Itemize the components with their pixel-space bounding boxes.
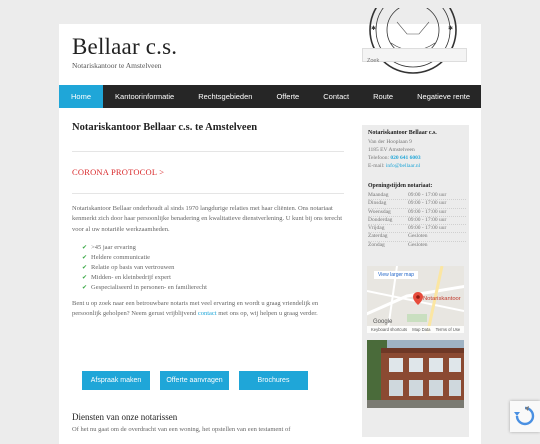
list-item-label: Midden- en kleinbedrijf expert — [91, 273, 171, 281]
sidebar-title: Notariskantoor Bellaar c.s. — [368, 130, 437, 136]
list-item: ✔ >45 jaar ervaring — [82, 243, 344, 253]
list-item-label: Gespecialiseerd in personen- en familier… — [91, 283, 207, 291]
time-cell: Gesloten — [408, 233, 428, 240]
email-line: E-mail: info@bellaar.nl — [368, 163, 420, 169]
table-row: Woensdag 09:00 - 17:00 uur — [368, 209, 466, 217]
list-item-label: Heldere communicatie — [91, 253, 151, 261]
time-cell: 09:00 - 17:00 uur — [408, 225, 447, 232]
site-title[interactable]: Bellaar c.s. — [72, 34, 177, 60]
opening-hours-table: Maandag 09:00 - 17:00 uur Dinsdag 09:00 - … — [368, 192, 466, 249]
nav-item-route[interactable]: Route — [361, 85, 405, 108]
nav-item-offerte[interactable]: Offerte — [264, 85, 311, 108]
email-label: E-mail: — [368, 163, 386, 169]
appointment-button[interactable]: Afspraak maken — [82, 371, 150, 390]
contact-paragraph: Bent u op zoek naar een betrouwbare nota… — [72, 299, 344, 320]
search-box[interactable] — [362, 48, 467, 67]
divider — [72, 193, 344, 194]
search-input[interactable] — [363, 55, 466, 67]
time-cell: 09:00 - 17:00 uur — [408, 192, 447, 198]
time-cell: 09:00 - 17:00 uur — [408, 208, 447, 215]
contact-link[interactable]: contact — [198, 310, 217, 317]
page-title: Notariskantoor Bellaar c.s. te Amstelvee… — [72, 122, 258, 133]
email-link[interactable]: info@bellaar.nl — [386, 163, 420, 169]
main-content: Notariskantoor Bellaar c.s. te Amstelvee… — [72, 122, 344, 319]
opening-hours-title: Openingstijden notariaat: — [368, 183, 433, 189]
quote-request-button[interactable]: Offerte aanvragen — [160, 371, 229, 390]
day-cell: Woensdag — [368, 208, 391, 215]
day-cell: Zaterdag — [368, 233, 388, 240]
svg-text:✱: ✱ — [371, 25, 376, 32]
list-item-label: Relatie op basis van vertrouwen — [91, 263, 175, 271]
check-icon: ✔ — [82, 263, 88, 271]
day-cell: Maandag — [368, 192, 389, 198]
nav-item-home[interactable]: Home — [59, 85, 104, 108]
sidebar-contact-info: Notariskantoor Bellaar c.s. Van der Hoop… — [362, 125, 469, 437]
address-line: Van der Hooplaan 9 — [368, 139, 412, 145]
check-icon: ✔ — [82, 273, 88, 281]
map-data-link[interactable]: Map Data — [412, 327, 430, 332]
map-footer: Keyboard shortcuts Map Data Terms of Use — [367, 326, 464, 333]
day-cell: Zondag — [368, 241, 385, 248]
day-cell: Donderdag — [368, 216, 393, 223]
google-logo: Google — [373, 319, 393, 325]
action-buttons: Afspraak maken Offerte aanvragen Brochur… — [82, 371, 318, 390]
intro-paragraph: Notariskantoor Bellaar onderhoudt al sin… — [72, 205, 343, 233]
brochures-button[interactable]: Brochures — [239, 371, 308, 390]
office-building-photo — [367, 340, 464, 408]
recaptcha-badge[interactable] — [510, 401, 540, 432]
contact-paragraph-text-end: met ons op, wij helpen u graag verder. — [216, 310, 318, 318]
page-container: Bellaar c.s. Notariskantoor te Amstelvee… — [59, 8, 481, 444]
list-item: ✔ Midden- en kleinbedrijf expert — [82, 273, 344, 283]
divider — [72, 151, 344, 152]
table-row: Donderdag 09:00 - 17:00 uur — [368, 216, 466, 226]
nav-item-kantoorinformatie[interactable]: Kantoorinformatie — [103, 85, 186, 108]
map-pin-icon[interactable] — [413, 292, 423, 305]
location-map[interactable]: View larger map Notariskantoor Google Ke… — [367, 266, 464, 333]
svg-text:✱: ✱ — [448, 25, 453, 32]
time-cell: 09:00 - 17:00 uur — [408, 200, 447, 207]
check-icon: ✔ — [82, 283, 88, 291]
phone-label: Telefoon: — [368, 155, 391, 161]
table-row: Zaterdag Gesloten — [368, 233, 466, 242]
view-larger-map-button[interactable]: View larger map — [374, 271, 419, 279]
day-cell: Dinsdag — [368, 200, 387, 207]
phone-link[interactable]: 020 641 6003 — [390, 155, 420, 161]
services-heading: Diensten van onze notarissen — [72, 412, 178, 422]
corona-protocol-link[interactable]: CORONA PROTOCOL > — [72, 167, 344, 177]
list-item: ✔ Gespecialiseerd in personen- en familie… — [82, 283, 344, 293]
time-cell: Gesloten — [408, 241, 428, 248]
address-line: 1185 EV Amstelveen — [368, 147, 415, 153]
table-row: Vrijdag 09:00 - 17:00 uur — [368, 225, 466, 234]
nav-item-negatieve-rente[interactable]: Negatieve rente — [405, 85, 482, 108]
table-row: Zondag Gesloten — [368, 242, 466, 249]
list-item: ✔ Heldere communicatie — [82, 253, 344, 263]
list-item: ✔ Relatie op basis van vertrouwen — [82, 263, 344, 273]
check-icon: ✔ — [82, 253, 88, 261]
main-navigation: Home Kantoorinformatie Rechtsgebieden Of… — [59, 85, 481, 108]
map-pin-label: Notariskantoor — [423, 296, 461, 302]
site-tagline: Notariskantoor te Amstelveen — [72, 61, 162, 70]
feature-checklist: ✔ >45 jaar ervaring ✔ Heldere communicatie… — [72, 243, 344, 293]
notary-seal-logo: ✱ ✱ — [367, 8, 459, 80]
nav-item-rechtsgebieden[interactable]: Rechtsgebieden — [186, 85, 264, 108]
time-cell: 09:00 - 17:00 uur — [408, 216, 447, 223]
list-item-label: >45 jaar ervaring — [91, 243, 136, 251]
keyboard-shortcuts-link[interactable]: Keyboard shortcuts — [371, 327, 407, 332]
table-row: Dinsdag 09:00 - 17:00 uur — [368, 200, 466, 209]
check-icon: ✔ — [82, 243, 88, 251]
terms-of-use-link[interactable]: Terms of Use — [436, 327, 461, 332]
nav-item-contact[interactable]: Contact — [311, 85, 361, 108]
table-row: Maandag 09:00 - 17:00 uur — [368, 192, 466, 201]
day-cell: Vrijdag — [368, 225, 385, 232]
phone-line: Telefoon: 020 641 6003 — [368, 155, 421, 161]
